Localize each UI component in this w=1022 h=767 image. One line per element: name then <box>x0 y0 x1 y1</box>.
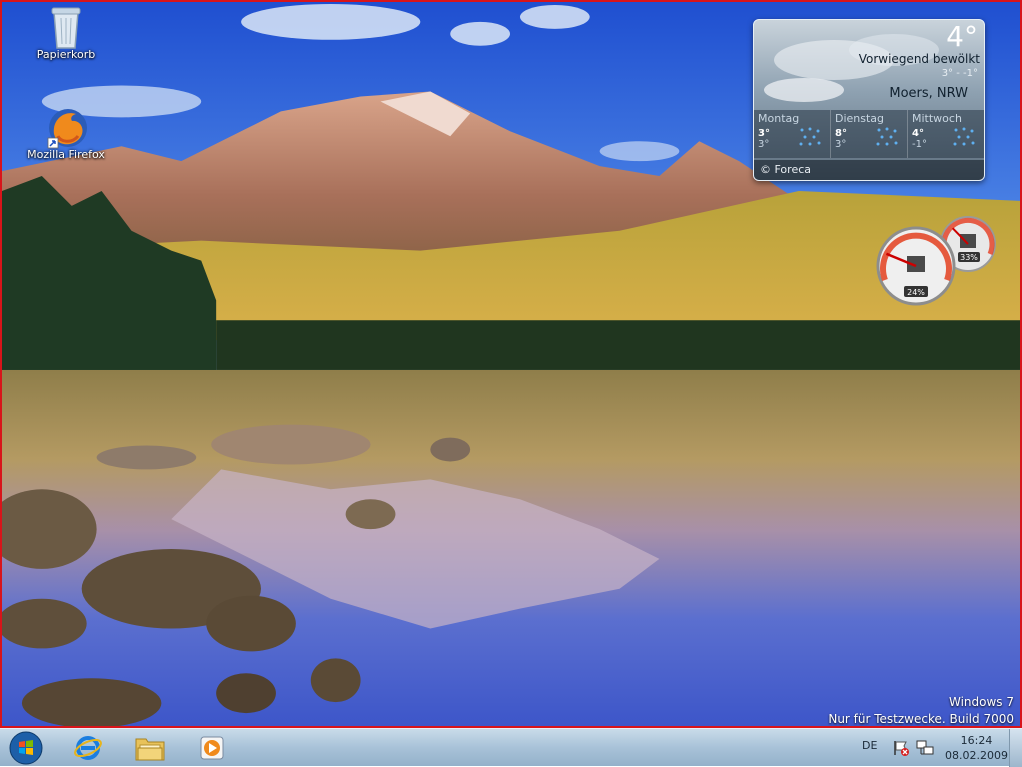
cpu-percent: 24% <box>907 288 925 297</box>
memory-percent: 33% <box>960 253 978 262</box>
watermark-line-1: Windows 7 <box>948 695 1014 709</box>
weather-temperature: 4° <box>946 20 978 53</box>
forecast-day-name: Dienstag <box>835 112 885 125</box>
weather-range: 3° - -1° <box>941 68 978 79</box>
system-tray: DE 16:24 08.02.2009 <box>832 729 1022 767</box>
rain-icon <box>799 127 821 146</box>
windows-watermark: Windows 7 Nur für Testzwecke. Build 7000 <box>828 694 1014 726</box>
network-icon[interactable] <box>916 739 934 757</box>
desktop: Papierkorb Mozilla Firefox 4° Vorwiegend… <box>0 0 1022 728</box>
taskbar-media-player[interactable] <box>186 730 238 766</box>
forecast-day: Montag 3° 3° <box>754 110 831 158</box>
forecast-day-name: Montag <box>758 112 800 125</box>
firefox-icon <box>46 106 87 149</box>
clock-date: 08.02.2009 <box>945 749 1008 762</box>
taskbar: DE 16:24 08.02.2009 <box>0 728 1022 767</box>
rain-icon <box>876 127 898 146</box>
rain-icon <box>953 127 975 146</box>
weather-gadget[interactable]: 4° Vorwiegend bewölkt 3° - -1° Moers, NR… <box>753 19 985 181</box>
desktop-icon-recycle-bin[interactable]: Papierkorb <box>24 6 108 61</box>
start-button[interactable] <box>0 730 52 766</box>
taskbar-internet-explorer[interactable] <box>62 730 114 766</box>
forecast-day-name: Mittwoch <box>912 112 962 125</box>
clock-time: 16:24 <box>960 734 993 747</box>
forecast-day: Mittwoch 4° -1° <box>908 110 984 158</box>
weather-forecast: Montag 3° 3° Dienstag 8° 3° Mittwoch 4° … <box>754 110 984 158</box>
weather-location: Moers, NRW <box>889 86 968 101</box>
taskbar-windows-explorer[interactable] <box>124 730 176 766</box>
language-indicator[interactable]: DE <box>862 739 877 752</box>
watermark-line-2: Nur für Testzwecke. Build 7000 <box>828 712 1014 726</box>
weather-source: © Foreca <box>754 160 984 180</box>
media-player-icon <box>200 736 224 760</box>
start-orb-icon <box>9 731 43 765</box>
windows-explorer-icon <box>135 738 165 761</box>
recycle-bin-icon <box>46 6 86 49</box>
internet-explorer-icon <box>74 736 102 760</box>
show-desktop-button[interactable] <box>1009 729 1022 767</box>
cpu-meter-gadget[interactable]: 33% 24% <box>876 214 1002 310</box>
action-center-flag-icon[interactable] <box>892 739 910 757</box>
clock[interactable]: 16:24 08.02.2009 <box>945 733 1008 763</box>
memory-icon <box>960 234 976 248</box>
desktop-icon-firefox[interactable]: Mozilla Firefox <box>24 106 108 161</box>
weather-condition: Vorwiegend bewölkt <box>858 52 980 66</box>
forecast-day: Dienstag 8° 3° <box>831 110 908 158</box>
